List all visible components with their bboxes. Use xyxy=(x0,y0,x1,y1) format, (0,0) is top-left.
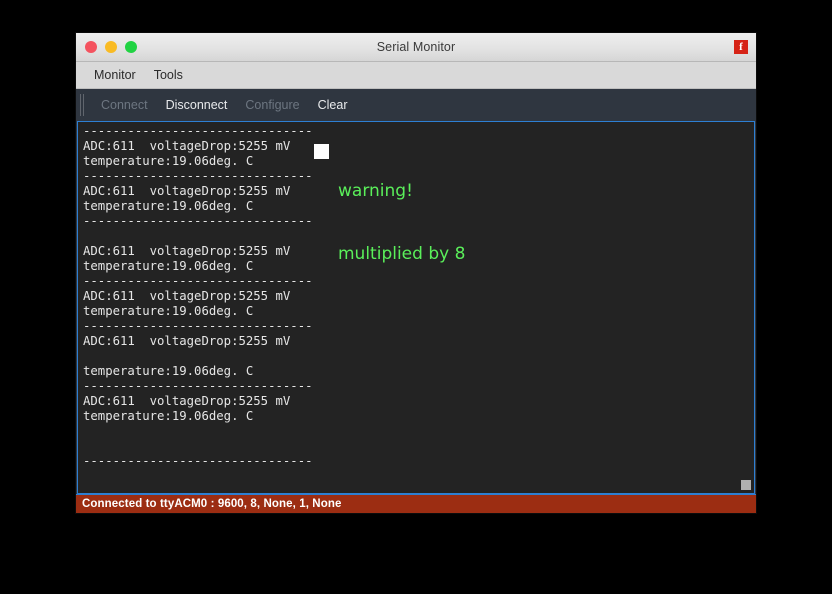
clear-button[interactable]: Clear xyxy=(310,94,356,116)
annotation-line-1: warning! xyxy=(338,181,465,202)
menu-item-monitor[interactable]: Monitor xyxy=(85,65,145,85)
serial-output-area[interactable]: ------------------------------- ADC:611 … xyxy=(77,121,755,494)
serial-output-text: ------------------------------- ADC:611 … xyxy=(83,124,313,469)
connect-button[interactable]: Connect xyxy=(93,94,156,116)
serial-monitor-window: Serial Monitor f Monitor Tools Connect D… xyxy=(76,33,756,513)
white-square-marker-icon xyxy=(314,144,329,159)
statusbar: Connected to ttyACM0 : 9600, 8, None, 1,… xyxy=(76,494,756,513)
annotation-line-2: multiplied by 8 xyxy=(338,244,465,265)
desktop-background: Serial Monitor f Monitor Tools Connect D… xyxy=(0,0,832,594)
configure-button[interactable]: Configure xyxy=(237,94,307,116)
window-titlebar[interactable]: Serial Monitor f xyxy=(76,33,756,62)
menubar: Monitor Tools xyxy=(76,62,756,89)
drag-handle-icon[interactable] xyxy=(78,94,87,116)
terminal-container: ------------------------------- ADC:611 … xyxy=(76,121,756,494)
resize-grip-icon[interactable] xyxy=(741,480,751,490)
menu-item-tools[interactable]: Tools xyxy=(145,65,192,85)
app-icon[interactable]: f xyxy=(734,40,748,54)
connection-status-text: Connected to ttyACM0 : 9600, 8, None, 1,… xyxy=(82,498,341,510)
annotation-text: warning! multiplied by 8 xyxy=(338,139,465,307)
annotation-overlay: warning! multiplied by 8 xyxy=(314,139,465,307)
window-title: Serial Monitor xyxy=(76,33,756,61)
disconnect-button[interactable]: Disconnect xyxy=(158,94,236,116)
toolbar: Connect Disconnect Configure Clear xyxy=(76,89,756,121)
